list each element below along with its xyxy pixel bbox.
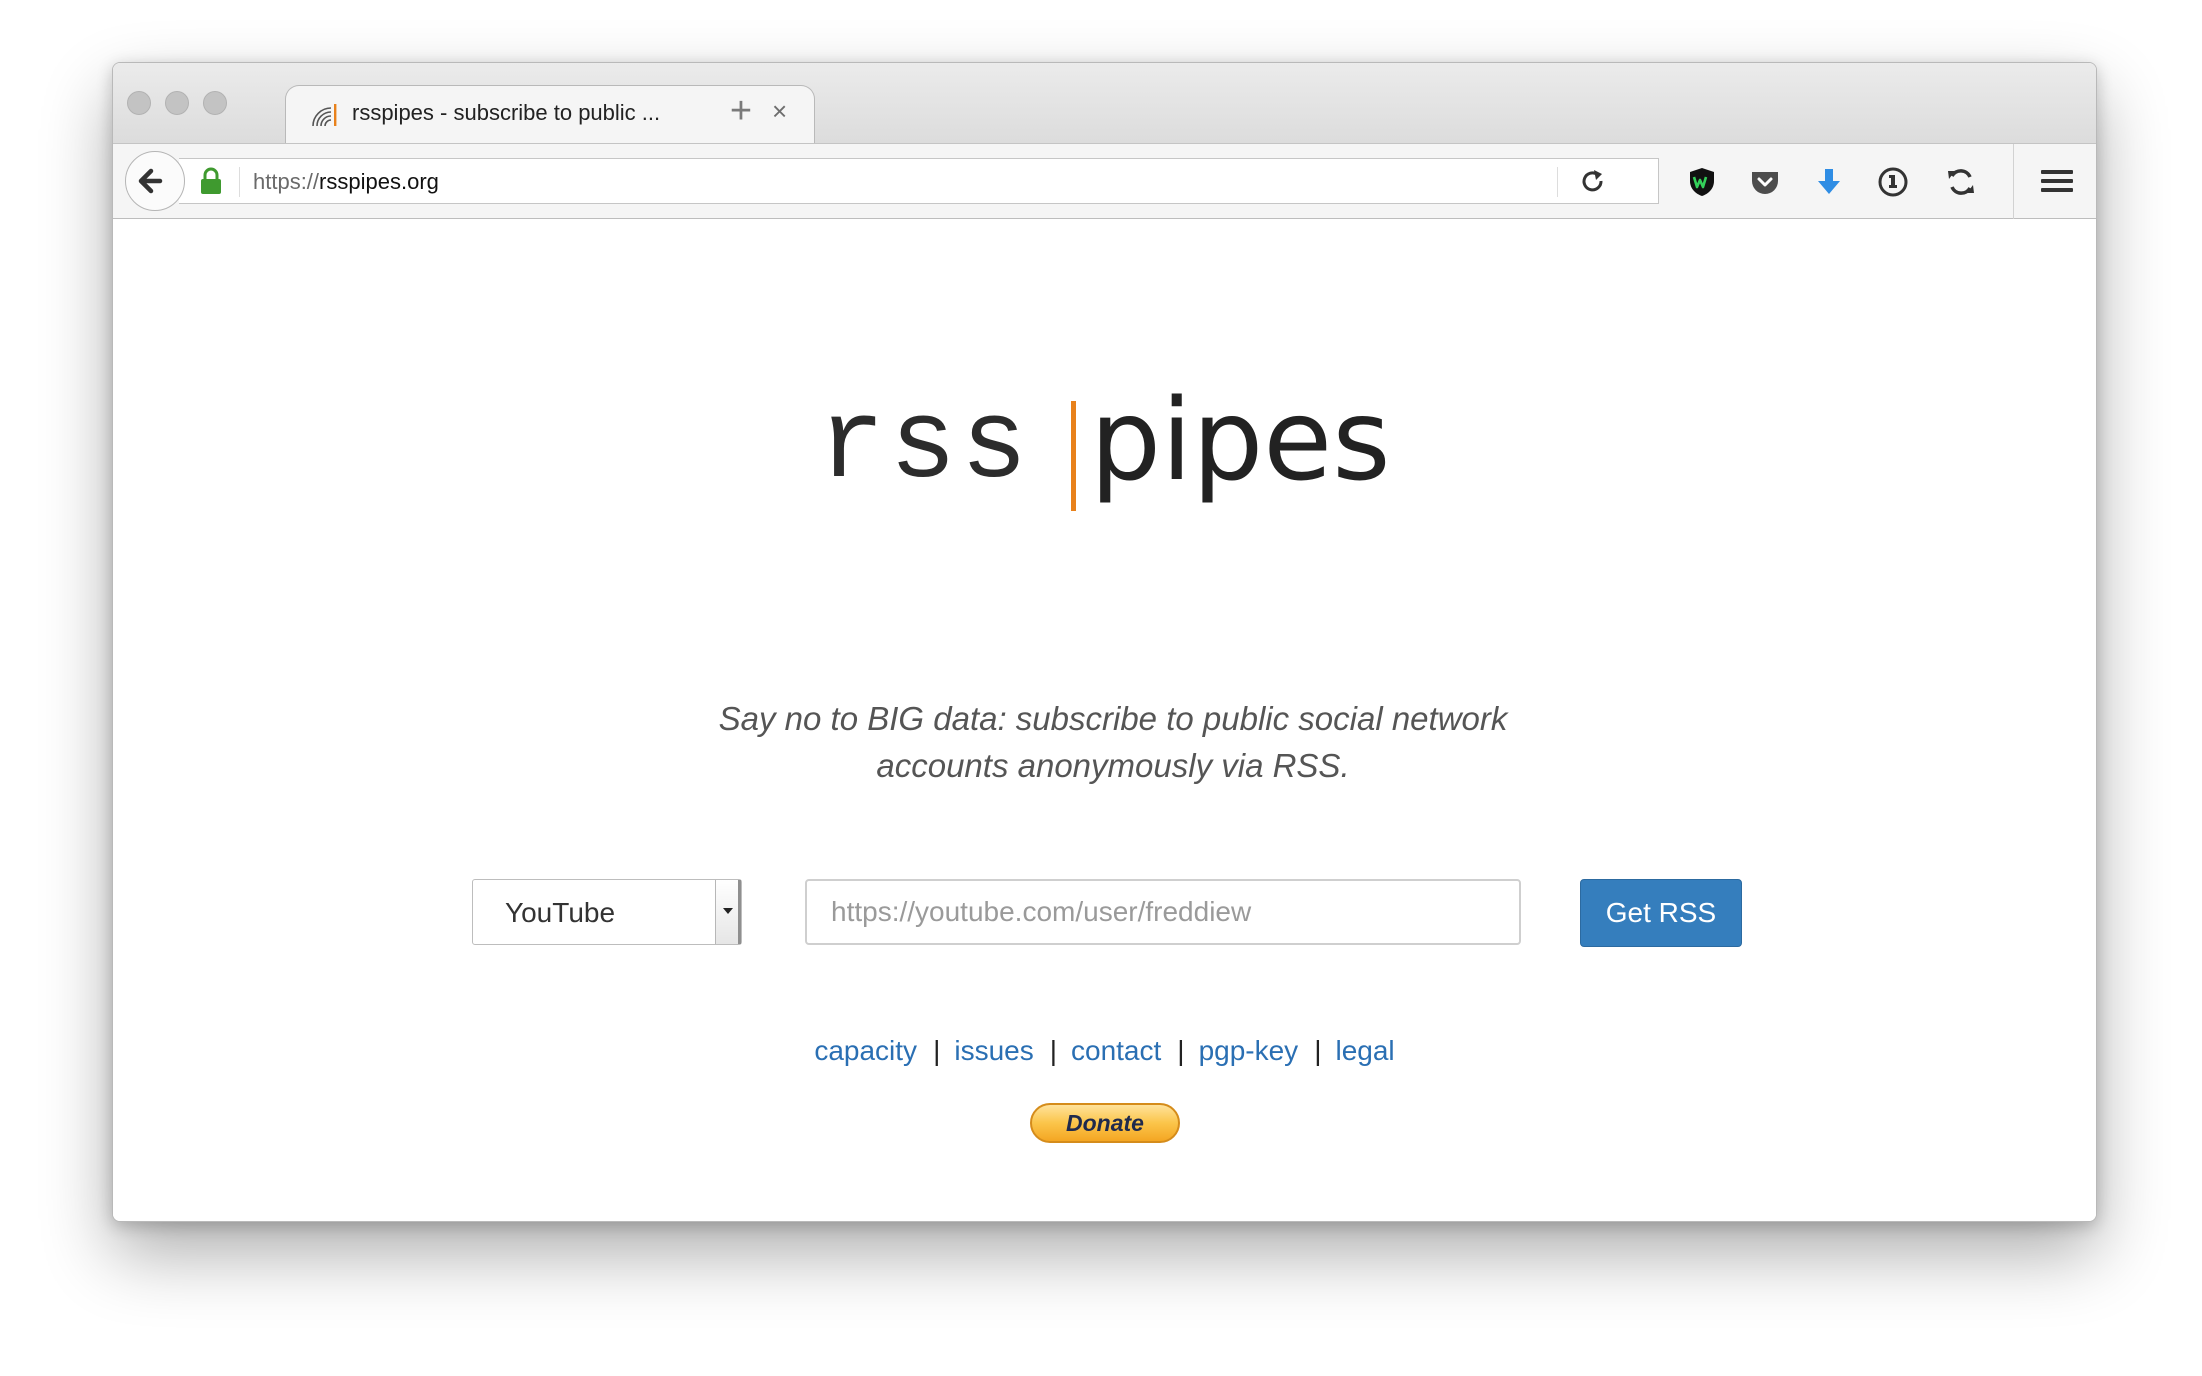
toolbar-divider: [2013, 144, 2014, 219]
page-content: rss pipes Say no to BIG data: subscribe …: [113, 219, 2096, 1221]
donate-button[interactable]: Donate: [1030, 1103, 1180, 1143]
logo-pipes-text: pipes: [1090, 376, 1391, 506]
address-bar-divider: [239, 167, 240, 197]
logo-rss-text: rss: [818, 383, 1032, 510]
sync-icon[interactable]: [1945, 166, 1977, 198]
pocket-icon[interactable]: [1749, 166, 1781, 198]
footer-separator: |: [933, 1035, 941, 1066]
navigation-toolbar: https://rsspipes.org: [113, 143, 2096, 219]
browser-window: rsspipes - subscribe to public ... × + h…: [112, 62, 2097, 1222]
tab-strip: rsspipes - subscribe to public ... × +: [113, 63, 2096, 145]
logo-divider-bar: [1071, 401, 1076, 511]
reload-divider: [1557, 167, 1558, 197]
tagline-line-2: accounts anonymously via RSS.: [876, 747, 1350, 784]
address-bar[interactable]: https://rsspipes.org: [179, 158, 1659, 204]
hamburger-menu-icon[interactable]: [2041, 167, 2073, 195]
back-arrow-icon: [138, 168, 163, 194]
footer-separator: |: [1177, 1035, 1185, 1066]
url-host: rsspipes.org: [319, 169, 439, 194]
footer-separator: |: [1314, 1035, 1322, 1066]
tab-close-icon[interactable]: ×: [772, 96, 787, 127]
footer-link-contact[interactable]: contact: [1071, 1035, 1161, 1066]
footer-links: capacity | issues | contact | pgp-key | legal: [113, 1035, 2096, 1067]
get-rss-button[interactable]: Get RSS: [1580, 879, 1742, 947]
shield-extension-icon[interactable]: [1686, 166, 1718, 198]
tagline: Say no to BIG data: subscribe to public …: [663, 695, 1563, 789]
address-url[interactable]: https://rsspipes.org: [253, 169, 439, 195]
footer-separator: |: [1049, 1035, 1057, 1066]
minimize-window-button[interactable]: [165, 91, 189, 115]
password-manager-icon[interactable]: [1877, 166, 1909, 198]
service-selected-value: YouTube: [505, 897, 616, 928]
lock-icon[interactable]: [199, 167, 223, 195]
url-scheme: https://: [253, 169, 320, 194]
close-window-button[interactable]: [127, 91, 151, 115]
footer-link-pgp-key[interactable]: pgp-key: [1199, 1035, 1299, 1066]
chevron-down-icon[interactable]: [715, 880, 741, 944]
tagline-line-1: Say no to BIG data: subscribe to public …: [718, 700, 1508, 737]
rss-feed-icon: [312, 104, 337, 127]
reload-icon[interactable]: [1579, 168, 1607, 196]
footer-link-legal[interactable]: legal: [1335, 1035, 1394, 1066]
tab-title: rsspipes - subscribe to public ...: [352, 100, 661, 125]
account-url-input[interactable]: [805, 879, 1521, 945]
footer-link-capacity[interactable]: capacity: [814, 1035, 917, 1066]
back-button[interactable]: [125, 151, 185, 211]
zoom-window-button[interactable]: [203, 91, 227, 115]
new-tab-button[interactable]: +: [719, 89, 763, 133]
footer-link-issues[interactable]: issues: [954, 1035, 1033, 1066]
download-icon[interactable]: [1813, 166, 1845, 198]
service-select[interactable]: YouTube: [472, 879, 742, 945]
